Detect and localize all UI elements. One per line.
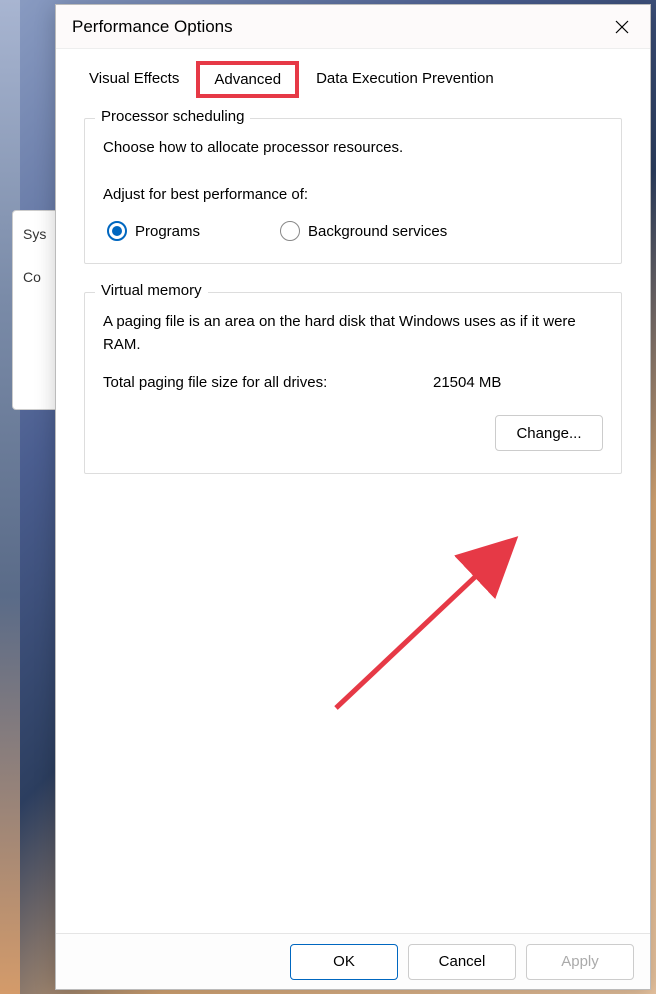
adjust-performance-label: Adjust for best performance of:	[103, 186, 603, 203]
radio-background-services[interactable]: Background services	[280, 221, 447, 241]
radio-group: Programs Background services	[103, 221, 603, 241]
radio-background-label: Background services	[308, 223, 447, 240]
tab-strip: Visual Effects Advanced Data Execution P…	[56, 49, 650, 98]
processor-scheduling-title: Processor scheduling	[95, 108, 250, 125]
ok-button[interactable]: OK	[290, 944, 398, 980]
radio-programs-indicator	[107, 221, 127, 241]
virtual-memory-title: Virtual memory	[95, 282, 208, 299]
processor-scheduling-description: Choose how to allocate processor resourc…	[103, 137, 603, 158]
change-button-row: Change...	[103, 415, 603, 451]
paging-file-size-value: 21504 MB	[433, 374, 603, 391]
paging-file-size-row: Total paging file size for all drives: 2…	[103, 374, 603, 391]
performance-options-dialog: Performance Options Visual Effects Advan…	[55, 4, 651, 990]
tab-content: Processor scheduling Choose how to alloc…	[56, 98, 650, 933]
desktop-background	[0, 0, 20, 994]
dialog-footer: OK Cancel Apply	[56, 933, 650, 989]
dialog-title: Performance Options	[68, 17, 606, 37]
tab-advanced[interactable]: Advanced	[196, 61, 299, 98]
processor-scheduling-group: Processor scheduling Choose how to alloc…	[84, 118, 622, 264]
bg-text-2: Co	[23, 269, 41, 285]
radio-background-indicator	[280, 221, 300, 241]
change-button[interactable]: Change...	[495, 415, 603, 451]
tab-data-execution-prevention[interactable]: Data Execution Prevention	[299, 61, 511, 98]
close-button[interactable]	[606, 11, 638, 43]
bg-text-1: Sys	[23, 226, 46, 242]
annotation-arrow	[316, 518, 536, 718]
radio-programs-label: Programs	[135, 223, 200, 240]
virtual-memory-description: A paging file is an area on the hard dis…	[103, 311, 603, 356]
tab-visual-effects[interactable]: Visual Effects	[72, 61, 196, 98]
background-window-partial: Sys Co	[12, 210, 57, 410]
apply-button[interactable]: Apply	[526, 944, 634, 980]
cancel-button[interactable]: Cancel	[408, 944, 516, 980]
titlebar: Performance Options	[56, 5, 650, 49]
radio-programs[interactable]: Programs	[107, 221, 200, 241]
close-icon	[615, 20, 629, 34]
paging-file-size-label: Total paging file size for all drives:	[103, 374, 433, 391]
virtual-memory-group: Virtual memory A paging file is an area …	[84, 292, 622, 474]
